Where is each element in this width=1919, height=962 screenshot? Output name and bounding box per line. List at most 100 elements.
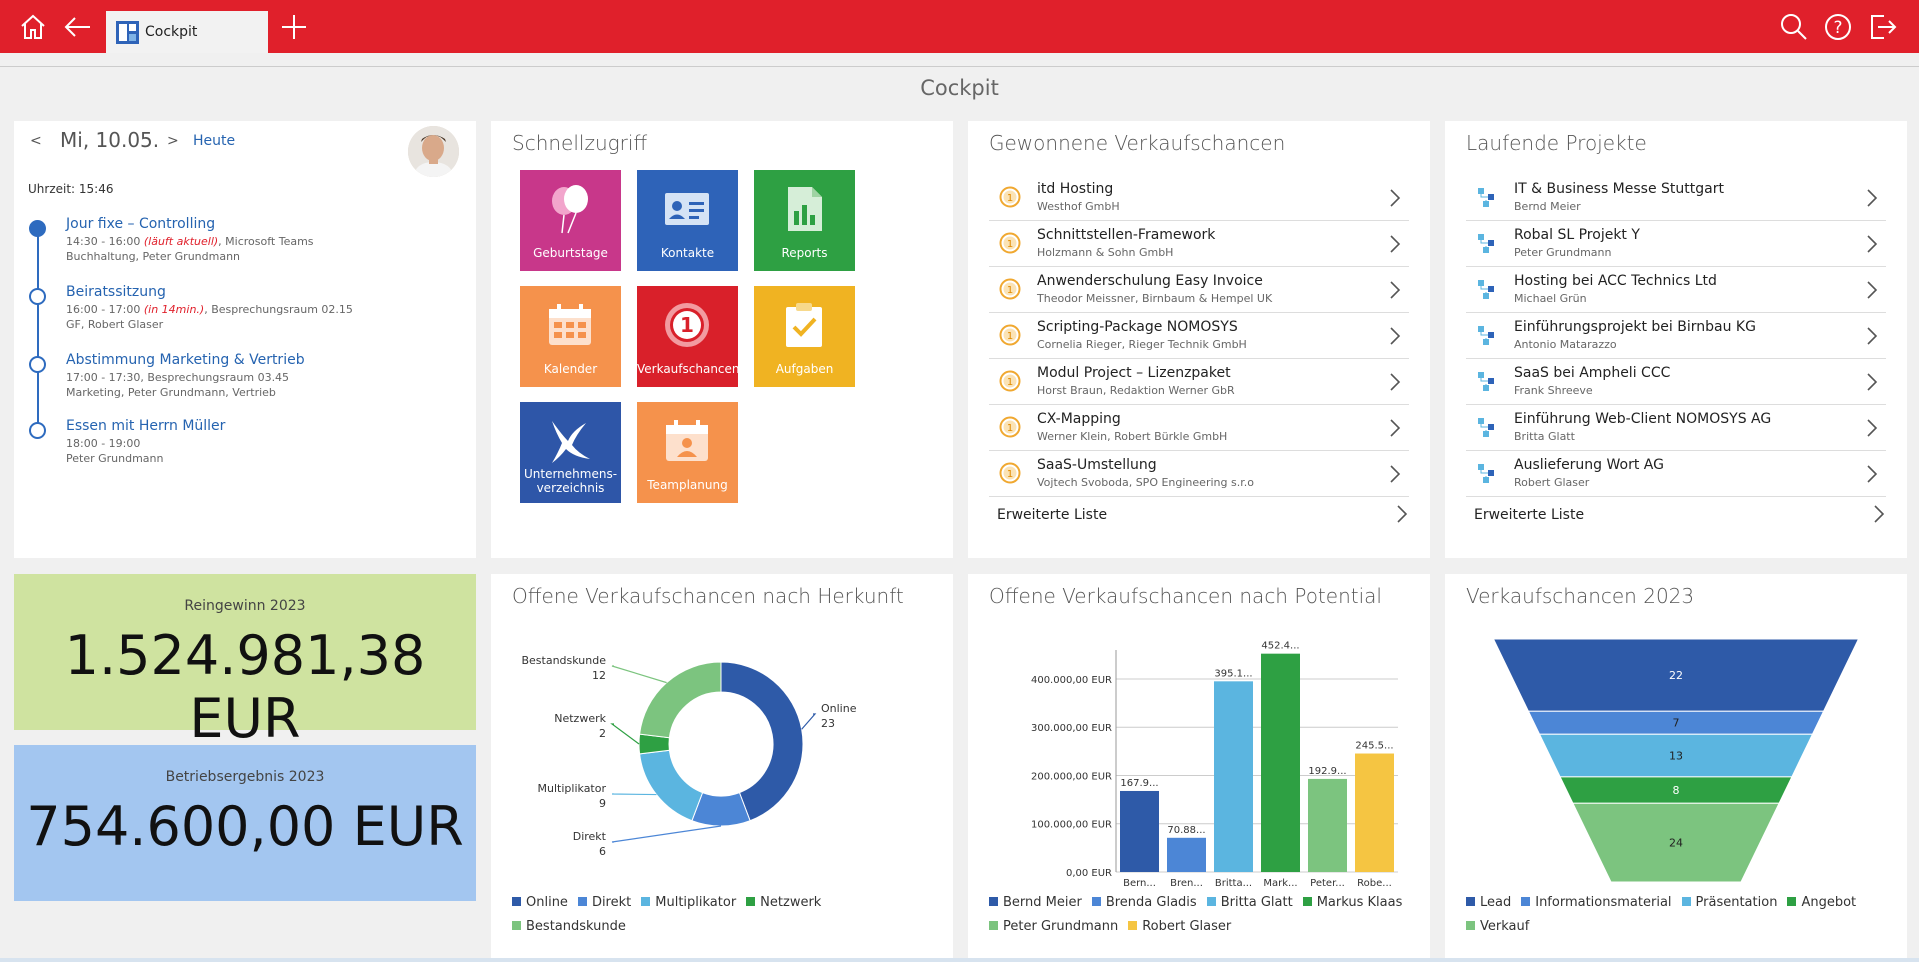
- opportunity-icon: 1: [999, 232, 1021, 254]
- legend-swatch: [512, 897, 521, 906]
- tile-aufgaben[interactable]: Aufgaben: [754, 286, 855, 387]
- chevron-right-icon[interactable]: [1396, 504, 1408, 524]
- legend-item[interactable]: Britta Glatt: [1206, 891, 1293, 915]
- list-item[interactable]: Robal SL Projekt Y Peter Grundmann: [1466, 221, 1886, 267]
- legend-item[interactable]: Markus Klaas: [1302, 891, 1402, 915]
- list-item[interactable]: Einführungsprojekt bei Birnbau KG Antonio…: [1466, 313, 1886, 359]
- extended-list-link[interactable]: Erweiterte Liste: [1474, 507, 1584, 523]
- list-item[interactable]: 1 itd Hosting Westhof GmbH: [989, 175, 1409, 221]
- funnel-value: 7: [1673, 717, 1680, 730]
- legend-item[interactable]: Multiplikator: [641, 891, 736, 915]
- chevron-right-icon[interactable]: [1389, 418, 1401, 438]
- bar-britta-glatt[interactable]: [1214, 681, 1253, 872]
- event-dot: [29, 422, 46, 439]
- tile-reports[interactable]: Reports: [754, 170, 855, 271]
- chevron-right-icon[interactable]: [1866, 234, 1878, 254]
- next-day-button[interactable]: >: [167, 133, 179, 149]
- chevron-right-icon[interactable]: [1866, 188, 1878, 208]
- legend-item[interactable]: Robert Glaser: [1128, 915, 1231, 939]
- logout-icon[interactable]: [1868, 12, 1898, 42]
- list-item[interactable]: Hosting bei ACC Technics Ltd Michael Grün: [1466, 267, 1886, 313]
- event-details: 14:30 - 16:00 (läuft aktuell), Microsoft…: [66, 235, 314, 248]
- tile-geburtstage[interactable]: Geburtstage: [520, 170, 621, 271]
- list-item[interactable]: SaaS bei Ampheli CCC Frank Shreeve: [1466, 359, 1886, 405]
- legend-item[interactable]: Brenda Gladis: [1091, 891, 1197, 915]
- donut-slice-multiplikator[interactable]: [639, 749, 704, 822]
- help-icon[interactable]: ?: [1823, 12, 1853, 42]
- add-tab-icon[interactable]: [279, 12, 309, 42]
- chevron-right-icon[interactable]: [1866, 464, 1878, 484]
- list-item[interactable]: 1 SaaS-Umstellung Vojtech Svoboda, SPO Eng…: [989, 451, 1409, 497]
- legend-item[interactable]: Peter Grundmann: [989, 915, 1118, 939]
- avatar[interactable]: [408, 126, 459, 177]
- donut-slice-bestandskunde[interactable]: [639, 661, 722, 739]
- item-subtitle: Werner Klein, Robert Bürkle GmbH: [1037, 430, 1228, 443]
- legend-item[interactable]: Online: [512, 891, 568, 915]
- item-subtitle: Theodor Meissner, Birnbaum & Hempel UK: [1037, 292, 1273, 305]
- donut-chart: Online 23 Direkt 6 Multiplikator 9 Netzwerk 2 Be…: [521, 654, 856, 858]
- chevron-right-icon[interactable]: [1389, 280, 1401, 300]
- tile-teamplanung[interactable]: Teamplanung: [637, 402, 738, 503]
- list-item[interactable]: Einführung Web-Client NOMOSYS AG Britta G…: [1466, 405, 1886, 451]
- list-item[interactable]: IT & Business Messe Stuttgart Bernd Meier: [1466, 175, 1886, 221]
- bar-chart-card: Offene Verkaufschancen nach Potential 0,…: [968, 574, 1430, 960]
- tile-label: Reports: [781, 246, 828, 260]
- event-title[interactable]: Jour fixe – Controlling: [66, 216, 215, 232]
- extended-list-link[interactable]: Erweiterte Liste: [997, 507, 1107, 523]
- event-title[interactable]: Beiratssitzung: [66, 284, 166, 300]
- prev-day-button[interactable]: <: [30, 133, 42, 149]
- chevron-right-icon[interactable]: [1389, 234, 1401, 254]
- funnel-chart-card: Verkaufschancen 2023 22 7 13 8 24 Lead Inform…: [1445, 574, 1907, 960]
- chevron-right-icon[interactable]: [1389, 188, 1401, 208]
- legend-item[interactable]: Informationsmaterial: [1521, 891, 1672, 915]
- event-dot: [29, 356, 46, 373]
- list-item[interactable]: 1 Schnittstellen-Framework Holzmann & Sohn…: [989, 221, 1409, 267]
- chevron-right-icon[interactable]: [1866, 280, 1878, 300]
- legend-item[interactable]: Bestandskunde: [512, 915, 626, 939]
- list-item[interactable]: 1 Modul Project – Lizenzpaket Horst Braun,…: [989, 359, 1409, 405]
- chevron-right-icon[interactable]: [1389, 372, 1401, 392]
- legend-item[interactable]: Verkauf: [1466, 915, 1529, 939]
- y-tick-label: 300.000,00 EUR: [1031, 723, 1112, 734]
- bar-bernd-meier[interactable]: [1120, 790, 1159, 872]
- tile-verkaufschancen[interactable]: 1 Verkaufschancen: [637, 286, 740, 387]
- bar-peter-grundmann[interactable]: [1308, 778, 1347, 872]
- back-arrow-icon[interactable]: [62, 12, 92, 42]
- event-details: 16:00 - 17:00 (in 14min.), Besprechungsr…: [66, 303, 353, 316]
- event-title[interactable]: Abstimmung Marketing & Vertrieb: [66, 352, 305, 368]
- tile-unternehmensverzeichnis[interactable]: Unternehmens-verzeichnis: [520, 402, 621, 503]
- legend-item[interactable]: Direkt: [577, 891, 631, 915]
- chevron-right-icon[interactable]: [1866, 372, 1878, 392]
- chevron-right-icon[interactable]: [1866, 418, 1878, 438]
- event-time: 17:00 - 17:30: [66, 371, 141, 384]
- tile-kontakte[interactable]: Kontakte: [637, 170, 738, 271]
- contact-card-icon: [665, 193, 709, 225]
- bar-brenda-gladis[interactable]: [1167, 837, 1206, 872]
- chevron-right-icon[interactable]: [1389, 326, 1401, 346]
- legend-item[interactable]: Bernd Meier: [989, 891, 1082, 915]
- tile-kalender[interactable]: Kalender: [520, 286, 621, 387]
- list-item[interactable]: 1 Scripting-Package NOMOSYS Cornelia Riege…: [989, 313, 1409, 359]
- list-item[interactable]: 1 CX-Mapping Werner Klein, Robert Bürkle G…: [989, 405, 1409, 451]
- chevron-right-icon[interactable]: [1389, 464, 1401, 484]
- legend-item[interactable]: Angebot: [1787, 891, 1856, 915]
- legend-item[interactable]: Netzwerk: [746, 891, 821, 915]
- bar-robert-glaser[interactable]: [1355, 753, 1394, 872]
- legend-swatch: [746, 897, 756, 906]
- home-icon[interactable]: [18, 12, 48, 42]
- x-tick-label: Mark...: [1263, 878, 1297, 889]
- list-item[interactable]: 1 Anwenderschulung Easy Invoice Theodor Me…: [989, 267, 1409, 313]
- today-link[interactable]: Heute: [193, 133, 235, 149]
- legend-label: Präsentation: [1695, 895, 1778, 910]
- list-item[interactable]: Auslieferung Wort AG Robert Glaser: [1466, 451, 1886, 497]
- search-icon[interactable]: [1779, 12, 1809, 42]
- chevron-right-icon[interactable]: [1873, 504, 1885, 524]
- legend-item[interactable]: Lead: [1466, 891, 1511, 915]
- chevron-right-icon[interactable]: [1866, 326, 1878, 346]
- tab-cockpit[interactable]: Cockpit: [106, 11, 268, 53]
- event-title[interactable]: Essen mit Herrn Müller: [66, 418, 225, 434]
- legend-item[interactable]: Präsentation: [1681, 891, 1778, 915]
- svg-text:1: 1: [1007, 285, 1013, 296]
- card-title: Gewonnene Verkaufschancen: [989, 131, 1286, 155]
- bar-markus-klaas[interactable]: [1261, 653, 1300, 872]
